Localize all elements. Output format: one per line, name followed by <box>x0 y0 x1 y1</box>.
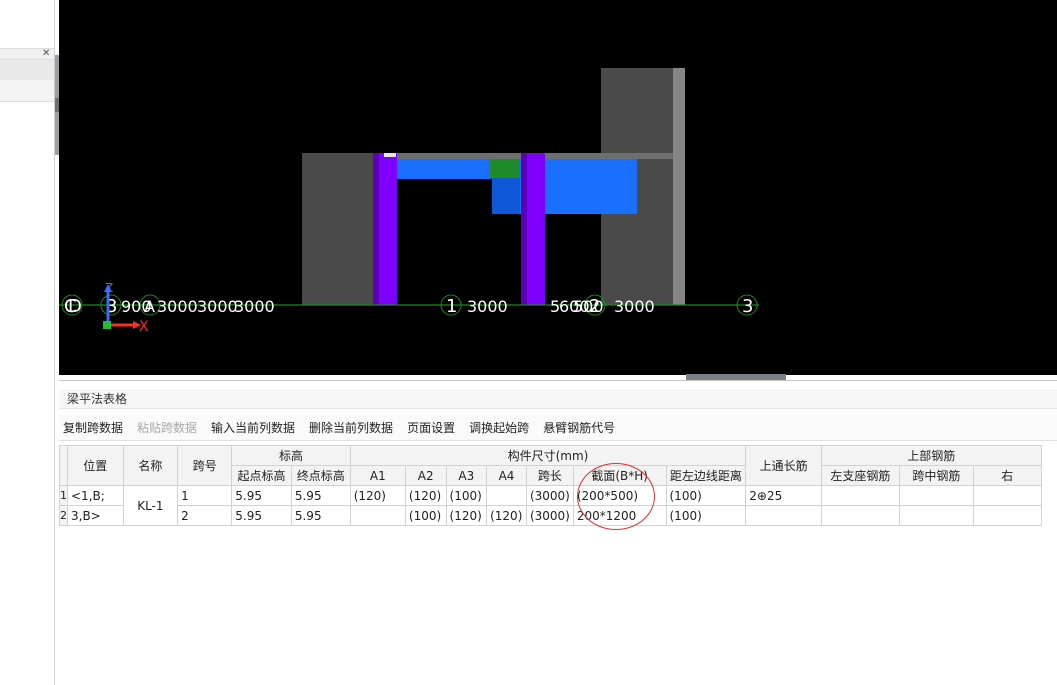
beam-grid-container[interactable]: 位置 名称 跨号 标高 构件尺寸(mm) 上通长筋 上部钢筋 起点标高 终点标高… <box>59 445 1057 685</box>
cell-left-support[interactable] <box>821 485 900 506</box>
col-header-top-long[interactable]: 上通长筋 <box>745 445 823 486</box>
col-header-end-elev[interactable]: 终点标高 <box>290 465 351 486</box>
close-icon[interactable]: ✕ <box>42 48 50 60</box>
col-header-a2[interactable]: A2 <box>404 465 447 486</box>
cell-position[interactable]: 3,B> <box>67 505 124 526</box>
table-toolbar: 复制跨数据 粘贴跨数据 输入当前列数据 删除当前列数据 页面设置 调换起始跨 悬… <box>59 415 1057 441</box>
cell-a3[interactable]: (100) <box>445 485 488 506</box>
beam-joint[interactable] <box>490 159 520 178</box>
column-cap <box>384 153 396 157</box>
dimension-label: 500 <box>573 297 604 316</box>
beam-table-panel: 梁平法表格 复制跨数据 粘贴跨数据 输入当前列数据 删除当前列数据 页面设置 调… <box>59 380 1057 685</box>
table-row[interactable]: 2 3,B> 2 5.95 5.95 (100) (120) (120) (30… <box>59 505 1057 526</box>
col-header-start-elev[interactable]: 起点标高 <box>231 465 292 486</box>
3d-viewport[interactable]: D C 3 1 2 3 900 A 3000 3000 3000 3000 5 … <box>59 0 1057 375</box>
cell-start-elev[interactable]: 5.95 <box>231 505 292 526</box>
gizmo-z-label: Z <box>105 281 113 295</box>
cell-right[interactable] <box>973 485 1042 506</box>
cell-mid-span[interactable] <box>898 505 975 526</box>
cell-left-support[interactable] <box>821 505 900 526</box>
grid-corner[interactable] <box>59 445 68 486</box>
column-1-shade <box>373 153 379 305</box>
cell-edge-dist[interactable]: (100) <box>665 485 747 506</box>
cell-a3[interactable]: (120) <box>445 505 488 526</box>
col-header-a1[interactable]: A1 <box>349 465 406 486</box>
page-setup-button[interactable]: 页面设置 <box>407 419 455 436</box>
cell-a4[interactable] <box>486 485 527 506</box>
axis-marker[interactable]: 3 <box>736 294 758 317</box>
cell-start-elev[interactable]: 5.95 <box>231 485 292 506</box>
cell-end-elev[interactable]: 5.95 <box>290 505 351 526</box>
viewport-canvas[interactable]: D C 3 1 2 3 900 A 3000 3000 3000 3000 5 … <box>59 0 1057 375</box>
axis-marker-label: C <box>64 296 77 317</box>
beam-grid: 位置 名称 跨号 标高 构件尺寸(mm) 上通长筋 上部钢筋 起点标高 终点标高… <box>59 445 1057 526</box>
cell-span[interactable]: 1 <box>177 485 233 506</box>
annotation-circle <box>577 463 655 530</box>
col-header-mid-span[interactable]: 跨中钢筋 <box>898 465 975 486</box>
axis-marker[interactable]: 3 <box>100 294 122 317</box>
table-row[interactable]: 1 <1,B; KL-1 1 5.95 5.95 (120) (120) (10… <box>59 485 1057 526</box>
cell-top-long[interactable]: 2⊕25 <box>745 485 823 506</box>
wall-left[interactable] <box>302 153 377 305</box>
cell-span[interactable]: 2 <box>177 505 233 526</box>
gizmo-x-label: X <box>139 319 149 335</box>
col-header-a3[interactable]: A3 <box>445 465 488 486</box>
cell-position[interactable]: <1,B; <box>67 485 124 506</box>
axis-marker[interactable]: 1 <box>440 294 462 317</box>
cell-end-elev[interactable]: 5.95 <box>290 485 351 506</box>
left-panel-row[interactable] <box>0 60 54 80</box>
col-header-elevation[interactable]: 标高 <box>231 445 351 466</box>
row-number[interactable]: 1 <box>59 485 68 506</box>
cell-a2[interactable]: (100) <box>404 505 447 526</box>
paste-span-data-button[interactable]: 粘贴跨数据 <box>137 419 197 436</box>
panel-title: 梁平法表格 <box>59 389 1057 409</box>
col-header-position[interactable]: 位置 <box>67 445 124 486</box>
cell-top-long[interactable] <box>745 505 823 526</box>
col-header-name[interactable]: 名称 <box>122 445 179 486</box>
col-header-dims[interactable]: 构件尺寸(mm) <box>349 445 747 466</box>
cell-a1[interactable] <box>349 505 406 526</box>
col-header-span-no[interactable]: 跨号 <box>177 445 233 486</box>
cell-span-len[interactable]: (3000) <box>525 505 574 526</box>
dimension-label: 3000 <box>234 297 275 316</box>
swap-start-span-button[interactable]: 调换起始跨 <box>469 419 529 436</box>
dimension-label: 3000 <box>197 297 238 316</box>
column-2-shade <box>521 153 527 305</box>
row-number[interactable]: 2 <box>59 505 68 526</box>
cell-mid-span[interactable] <box>898 485 975 506</box>
cell-span-len[interactable]: (3000) <box>525 485 574 506</box>
col-header-a4[interactable]: A4 <box>486 465 527 486</box>
cantilever-rebar-code-button[interactable]: 悬臂钢筋代号 <box>543 419 615 436</box>
wall-right-edge[interactable] <box>673 68 685 305</box>
col-header-top-rebar[interactable]: 上部钢筋 <box>821 445 1042 466</box>
col-header-right[interactable]: 右 <box>973 465 1042 486</box>
input-column-data-button[interactable]: 输入当前列数据 <box>211 419 295 436</box>
cell-name[interactable]: KL-1 <box>122 485 179 526</box>
col-header-edge-dist[interactable]: 距左边线距离 <box>665 465 747 486</box>
dimension-label: 3000 <box>157 297 198 316</box>
left-side-panel: ✕ <box>0 0 59 685</box>
left-panel-row[interactable] <box>0 80 54 102</box>
cell-a2[interactable]: (120) <box>404 485 447 506</box>
cell-right[interactable] <box>973 505 1042 526</box>
cell-edge-dist[interactable]: (100) <box>665 505 747 526</box>
dimension-label: A <box>144 297 155 316</box>
dimension-label: 3000 <box>467 297 508 316</box>
col-header-left-support[interactable]: 左支座钢筋 <box>821 465 900 486</box>
copy-span-data-button[interactable]: 复制跨数据 <box>63 419 123 436</box>
col-header-span-len[interactable]: 跨长 <box>525 465 574 486</box>
axis-marker-label: 1 <box>446 296 457 317</box>
cell-a1[interactable]: (120) <box>349 485 406 506</box>
cell-a4[interactable]: (120) <box>486 505 527 526</box>
dimension-label: 3000 <box>614 297 655 316</box>
axis-marker-label: 3 <box>742 296 753 317</box>
beam-joint-shade <box>492 178 520 214</box>
delete-column-data-button[interactable]: 删除当前列数据 <box>309 419 393 436</box>
axis-marker[interactable]: C <box>64 296 77 317</box>
beam-span-1[interactable] <box>395 159 491 179</box>
